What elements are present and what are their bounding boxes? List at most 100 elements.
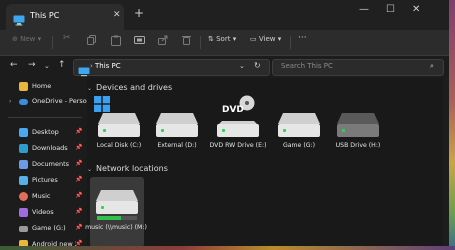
sidebar-item-onedrive[interactable]: › OneDrive - Persona [0,95,87,109]
document-icon [19,160,28,169]
file-explorer-window: This PC ✕ + — ☐ ✕ ⊕ New ▾ ✂ ⇅ Sort ▾ ▭ V… [0,0,455,250]
sidebar-item-game-drive[interactable]: Game (G:) 📌 [0,222,87,236]
new-tab-button[interactable]: + [134,6,144,20]
chevron-down-icon: ▾ [37,35,42,43]
view-button[interactable]: ▭ View ▾ [250,35,281,43]
usb-drive-icon [336,112,380,142]
desktop-icon [19,128,28,137]
drive-label: Local Disk (C:) [96,142,142,149]
new-button[interactable]: ⊕ New ▾ [12,35,41,43]
forward-arrow-icon[interactable]: → [28,60,36,70]
paste-icon[interactable] [111,35,121,48]
copy-icon[interactable] [87,35,97,47]
back-arrow-icon[interactable]: ← [10,60,18,70]
desktop-wallpaper-strip [0,246,455,250]
usage-bar [97,216,137,220]
rename-icon[interactable] [134,35,145,47]
search-input[interactable]: Search This PC ⌕ [272,59,444,76]
tab-this-pc[interactable]: This PC ✕ [6,4,124,30]
drive-game-g[interactable]: Game (G:) [273,96,325,166]
search-placeholder: Search This PC [281,62,333,70]
chevron-down-icon: ⌄ [87,166,93,173]
pin-icon[interactable]: 📌 [75,176,82,183]
search-icon: ⌕ [430,62,434,70]
share-icon[interactable] [158,35,168,47]
sort-label: Sort [216,35,231,43]
chevron-right-icon[interactable]: › [9,98,11,105]
home-icon [19,82,28,91]
download-icon [19,144,28,153]
drive-label: Game (G:) [282,142,316,149]
drive-local-disk-c[interactable]: Local Disk (C:) [93,96,145,166]
group-header-devices[interactable]: ⌄ Devices and drives [87,83,172,92]
drive-icon [277,112,321,142]
pin-icon[interactable]: 📌 [75,192,82,199]
up-arrow-icon[interactable]: ↑ [58,60,66,70]
chevron-down-icon[interactable]: ⌄ [239,62,245,70]
address-text: This PC [95,62,121,70]
refresh-icon[interactable]: ↻ [254,61,261,70]
sidebar-item-music[interactable]: Music 📌 [0,190,87,204]
sidebar-item-home[interactable]: Home [0,80,87,94]
sidebar-item-desktop[interactable]: Desktop 📌 [0,126,87,140]
drive-label: External (D:) [157,142,197,149]
sidebar-item-label: OneDrive - Persona [32,97,87,105]
close-tab-icon[interactable]: ✕ [113,10,121,20]
sidebar-item-label: Videos [32,208,54,216]
pin-icon[interactable]: 📌 [75,144,82,151]
sidebar-item-documents[interactable]: Documents 📌 [0,158,87,172]
drive-icon [97,112,141,142]
drive-label: DVD RW Drive (E:) [209,142,267,149]
title-bar: This PC ✕ + — ☐ ✕ [0,0,455,30]
sidebar-item-label: Game (G:) [32,224,66,232]
monitor-icon [13,11,25,30]
drive-label: USB Drive (H:) [335,142,381,149]
drive-icon [155,112,199,142]
sidebar-item-label: Music [32,192,51,200]
new-icon: ⊕ [12,35,18,43]
tab-title: This PC [30,11,60,20]
minimize-button[interactable]: — [359,4,369,15]
pin-icon[interactable]: 📌 [75,160,82,167]
more-options-button[interactable]: ··· [298,33,307,43]
chevron-down-icon: ▾ [232,35,237,43]
group-header-label: Network locations [96,164,168,173]
music-icon [19,192,28,201]
chevron-down-icon[interactable]: ⌄ [44,62,50,70]
desktop-wallpaper-edge [449,0,455,250]
sort-button[interactable]: ⇅ Sort ▾ [208,35,236,43]
address-bar[interactable]: › This PC ⌄ ↻ [73,59,270,77]
pin-icon[interactable]: 📌 [75,128,82,135]
picture-icon [19,176,28,185]
drive-dvd-e[interactable]: DVD DVD RW Drive (E:) [209,95,267,166]
chevron-down-icon: ▾ [277,35,282,43]
chevron-down-icon: ⌄ [87,85,93,92]
sort-icon: ⇅ [208,35,214,43]
sidebar-item-label: Documents [32,160,70,168]
pin-icon[interactable]: 📌 [75,224,82,231]
content-pane: ⌄ Devices and drives Local Disk (C:) Ext… [85,78,443,250]
chevron-right-icon: › [90,62,93,70]
drive-usb-h[interactable]: USB Drive (H:) [332,96,384,166]
sidebar-item-label: Home [32,82,52,90]
cut-icon[interactable]: ✂ [63,33,71,43]
maximize-button[interactable]: ☐ [386,4,395,15]
close-window-button[interactable]: ✕ [412,4,420,15]
sidebar-item-label: Pictures [32,176,58,184]
view-label: View [258,35,276,43]
drive-icon [216,112,260,142]
drive-label: music (\\music) (M:) [85,224,147,231]
pin-icon[interactable]: 📌 [75,208,82,215]
network-drive-music-m[interactable]: music (\\music) (M:) [85,177,147,247]
sidebar-item-label: Desktop [32,128,59,136]
group-header-network[interactable]: ⌄ Network locations [87,164,168,173]
video-icon [19,208,28,217]
navigation-pane: Home › OneDrive - Persona Desktop 📌 Down… [0,78,87,250]
delete-icon[interactable] [182,35,191,47]
divider [290,36,291,49]
sidebar-item-pictures[interactable]: Pictures 📌 [0,174,87,188]
navigation-row: ← → ⌄ ↑ › This PC ⌄ ↻ Search This PC ⌕ [0,56,455,78]
sidebar-item-videos[interactable]: Videos 📌 [0,206,87,220]
drive-external-d[interactable]: External (D:) [151,96,203,166]
sidebar-item-downloads[interactable]: Downloads 📌 [0,142,87,156]
